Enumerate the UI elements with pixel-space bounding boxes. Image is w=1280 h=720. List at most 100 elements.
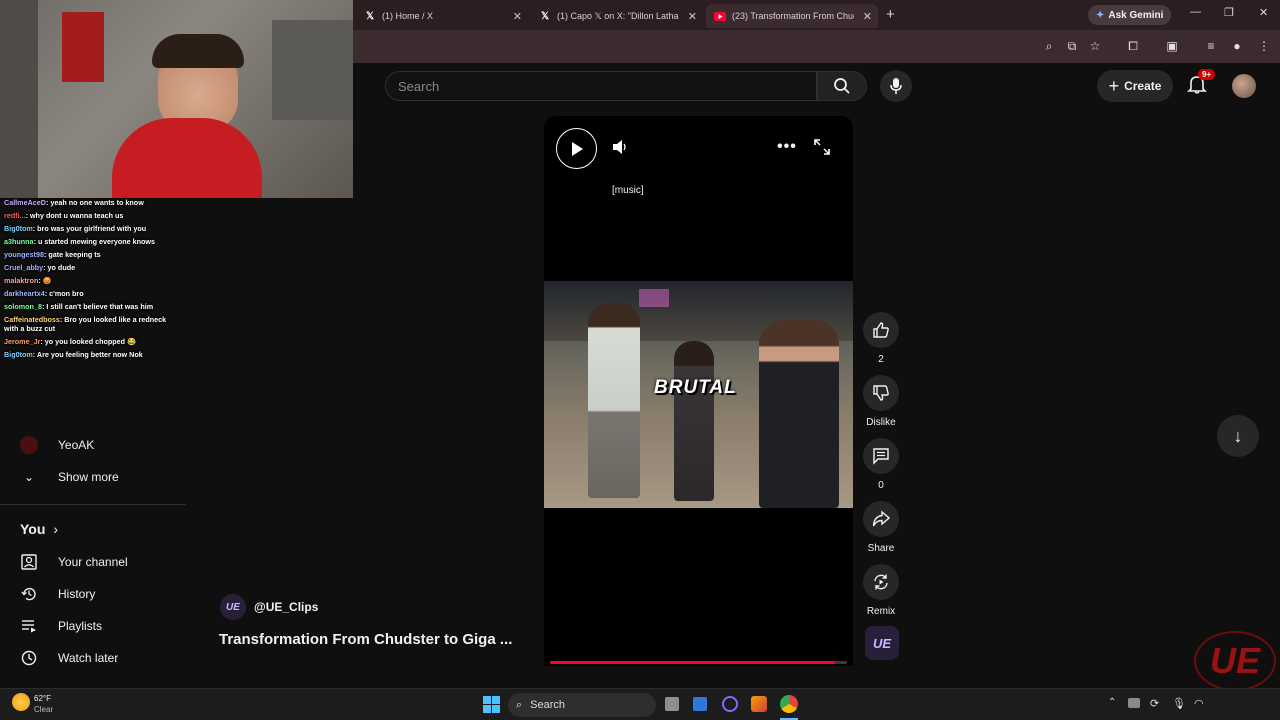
windows-taskbar: 62°F Clear ⌕ Search ⌃ ⟳ 🎙 ◠ — [0, 688, 1280, 720]
progress-track[interactable] — [550, 661, 847, 664]
tray-sync-icon[interactable]: ⟳ — [1150, 697, 1159, 710]
next-short-button[interactable]: ↓ — [1217, 415, 1259, 457]
channel-avatar[interactable]: UE — [220, 594, 246, 620]
zoom-icon[interactable]: ⌕ — [1041, 38, 1057, 54]
chat-message: Caffeinatedboss: Bro you looked like a r… — [0, 315, 180, 333]
chat-message: Big0tom: Are you feeling better now Nok — [0, 350, 180, 359]
short-player[interactable]: ••• [music] BRUTAL — [544, 116, 853, 666]
media-control-icon[interactable]: ≡ — [1203, 38, 1219, 54]
chat-message: Big0tom: bro was your girlfriend with yo… — [0, 224, 180, 233]
chat-text: : yo you looked chopped 😂 — [40, 337, 136, 346]
close-icon[interactable]: ✕ — [513, 10, 522, 23]
volume-button[interactable] — [612, 139, 628, 160]
search-icon — [834, 78, 850, 94]
side-panel-icon[interactable]: ▣ — [1164, 38, 1180, 54]
expand-icon — [814, 139, 830, 155]
tray-overflow-icon[interactable]: ⌃ — [1108, 697, 1116, 708]
comments-action[interactable]: 0 — [863, 438, 899, 491]
chat-username: Caffeinatedboss — [4, 315, 60, 324]
fullscreen-button[interactable] — [814, 139, 830, 160]
search-button[interactable] — [817, 71, 867, 101]
chat-message: CallmeAceD: yeah no one wants to know — [0, 198, 180, 207]
comments-button[interactable] — [863, 438, 899, 474]
close-window-icon[interactable]: ✕ — [1259, 6, 1268, 19]
sidebar-item-history[interactable]: History — [20, 583, 95, 605]
create-button[interactable]: + Create — [1097, 70, 1173, 102]
speaker-icon — [613, 140, 626, 154]
wifi-icon[interactable]: ◠ — [1194, 697, 1204, 710]
share-action[interactable]: Share — [863, 501, 899, 554]
profile-icon[interactable]: ● — [1229, 38, 1245, 54]
sidebar-item-your-channel[interactable]: Your channel — [20, 551, 128, 573]
share-icon — [872, 510, 890, 527]
video-frame: BRUTAL — [544, 281, 853, 508]
more-options-icon[interactable]: ••• — [777, 138, 797, 156]
restore-icon[interactable]: ❐ — [1224, 6, 1234, 19]
tab-x-home[interactable]: 𝕏 (1) Home / X ✕ — [356, 4, 528, 28]
remix-action[interactable]: Remix — [863, 564, 899, 617]
voice-search-button[interactable] — [880, 70, 912, 102]
sidebar-item-yeoak[interactable]: YeoAK — [20, 434, 94, 456]
sidebar-divider — [0, 504, 186, 505]
x-logo-icon: 𝕏 — [365, 10, 375, 22]
start-button[interactable] — [483, 696, 500, 718]
chat-text: : c'mon bro — [44, 289, 84, 298]
tray-mic-icon[interactable]: 🎙 — [1172, 697, 1186, 710]
chat-username: malaktron — [4, 276, 39, 285]
tab-x-post[interactable]: 𝕏 (1) Capo 𝕏 on X: "Dillon Latham ✕ — [531, 4, 703, 28]
share-button[interactable] — [863, 501, 899, 537]
bookmark-star-icon[interactable]: ☆ — [1087, 38, 1103, 54]
app-icon[interactable] — [751, 696, 767, 712]
search-input[interactable]: Search — [385, 71, 817, 101]
chat-username: youngest98 — [4, 250, 44, 259]
extensions-icon[interactable]: ⧠ — [1125, 38, 1141, 54]
minimize-icon[interactable]: — — [1190, 6, 1201, 18]
search-icon: ⌕ — [516, 698, 523, 711]
remix-button[interactable] — [863, 564, 899, 600]
taskbar-search[interactable]: ⌕ Search — [508, 693, 656, 717]
youtube-logo-icon — [714, 10, 726, 22]
tray-app-icon[interactable] — [1128, 698, 1140, 708]
sidebar-show-more[interactable]: ⌄ Show more — [20, 466, 119, 488]
tab-title: (1) Capo 𝕏 on X: "Dillon Latham — [557, 10, 679, 21]
tab-title: (1) Home / X — [382, 11, 434, 21]
history-icon — [20, 585, 38, 603]
chat-text: : u started mewing everyone knows — [33, 237, 155, 246]
play-button[interactable] — [556, 128, 597, 169]
chat-username: a3hunna — [4, 237, 34, 246]
channel-avatar-icon — [20, 436, 38, 454]
dislike-button[interactable] — [863, 375, 899, 411]
tab-youtube-active[interactable]: (23) Transformation From Chud ✕ — [706, 4, 878, 28]
ask-gemini-button[interactable]: ✦ Ask Gemini — [1088, 5, 1172, 25]
like-icon — [873, 322, 889, 338]
chrome-icon[interactable] — [780, 695, 798, 713]
like-button[interactable] — [863, 312, 899, 348]
weather-temp[interactable]: 62°F — [34, 694, 51, 703]
short-title[interactable]: Transformation From Chudster to Giga ... — [219, 631, 512, 648]
task-view-icon[interactable] — [665, 697, 679, 711]
caption-text: [music] — [612, 185, 644, 196]
chat-message: solomon_8: I still can't believe that wa… — [0, 302, 180, 311]
like-action[interactable]: 2 — [863, 312, 899, 365]
remote-desktop-icon[interactable] — [693, 697, 707, 711]
sidebar-item-label: Show more — [58, 470, 119, 484]
account-avatar[interactable] — [1232, 74, 1256, 98]
close-icon[interactable]: ✕ — [688, 10, 697, 23]
channel-handle[interactable]: @UE_Clips — [254, 600, 318, 614]
close-icon[interactable]: ✕ — [863, 10, 872, 23]
install-app-icon[interactable]: ⧉ — [1064, 38, 1080, 54]
menu-kebab-icon[interactable]: ⋮ — [1256, 38, 1272, 54]
chat-username: CallmeAceD — [4, 198, 46, 207]
person-right — [759, 319, 839, 508]
obs-icon[interactable] — [722, 696, 738, 712]
chat-text: : 😡 — [38, 276, 52, 285]
chevron-right-icon: › — [53, 521, 59, 537]
windows-logo-icon — [483, 696, 500, 713]
sidebar-item-watch-later[interactable]: Watch later — [20, 647, 118, 669]
sidebar-you-heading[interactable]: You › — [20, 518, 58, 540]
channel-thumbnail-logo[interactable]: UE — [865, 626, 899, 660]
new-tab-button[interactable]: + — [886, 6, 895, 23]
sidebar-item-playlists[interactable]: Playlists — [20, 615, 102, 637]
dislike-action[interactable]: Dislike — [863, 375, 899, 428]
plus-icon: + — [1108, 75, 1120, 96]
